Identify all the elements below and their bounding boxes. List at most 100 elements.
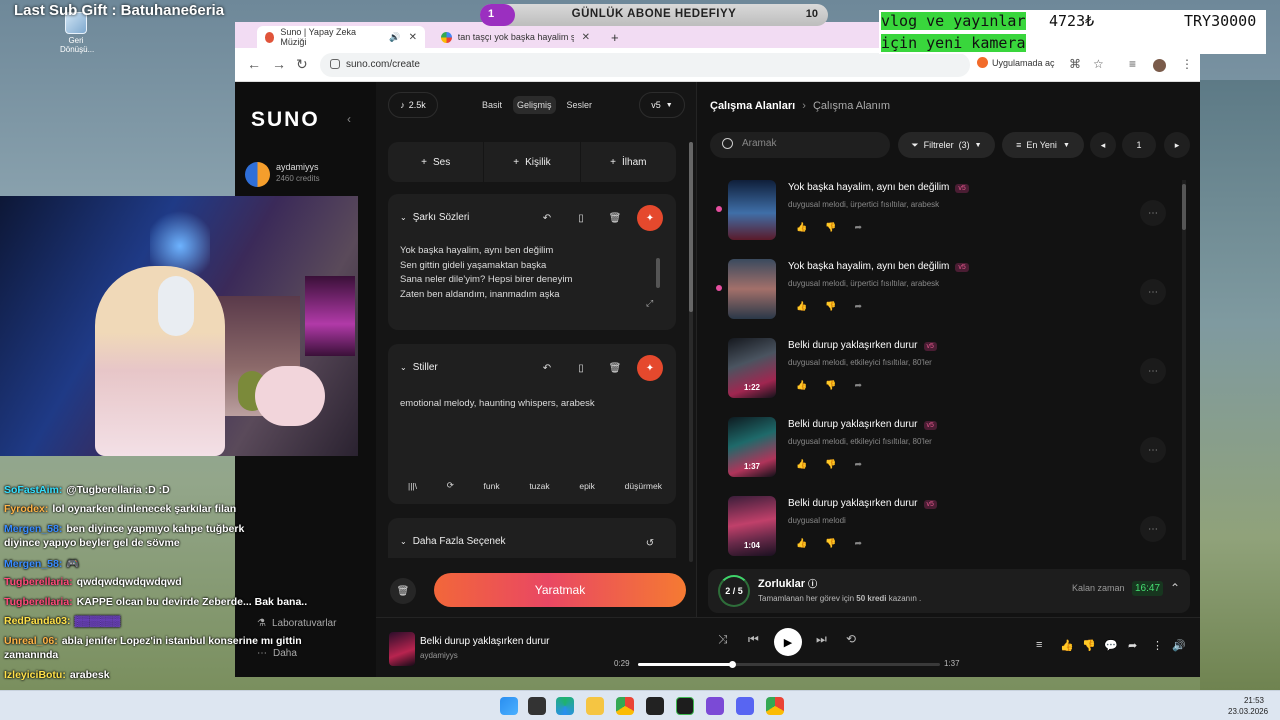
suno-logo[interactable]: SUNO xyxy=(251,108,320,132)
add-inspiration-button[interactable]: + İlham xyxy=(581,142,676,182)
song-more-button[interactable]: ⋯ xyxy=(1140,437,1166,463)
mode-simple[interactable]: Basit xyxy=(478,96,506,114)
discord-icon[interactable] xyxy=(736,697,754,715)
dislike-icon[interactable]: 👎 xyxy=(1082,639,1096,652)
progress-knob[interactable] xyxy=(728,661,736,668)
create-scrollbar[interactable] xyxy=(689,142,693,562)
scrollbar-thumb[interactable] xyxy=(1182,184,1186,230)
forward-icon[interactable]: → xyxy=(272,56,286,72)
like-icon[interactable]: 👍 xyxy=(796,222,807,233)
styles-input[interactable]: emotional melody, haunting whispers, ara… xyxy=(400,398,595,409)
song-more-button[interactable]: ⋯ xyxy=(1140,279,1166,305)
close-tab-icon[interactable]: ✕ xyxy=(409,32,417,43)
player-user[interactable]: aydamiyys xyxy=(420,651,458,660)
song-row[interactable]: 1:04 Belki durup yaklaşırken durur v5 duy… xyxy=(710,496,1170,566)
dislike-icon[interactable]: 👎 xyxy=(825,380,836,391)
add-persona-button[interactable]: + Kişilik xyxy=(484,142,581,182)
dislike-icon[interactable]: 👎 xyxy=(825,301,836,312)
profile-avatar[interactable] xyxy=(1153,59,1166,72)
version-dropdown[interactable]: v5 ▼ xyxy=(639,92,685,118)
site-info-icon[interactable] xyxy=(330,59,340,69)
note-count-button[interactable]: ♪ 2.5k xyxy=(388,92,438,118)
comment-icon[interactable]: 💬 xyxy=(1104,639,1118,652)
prev-page-button[interactable]: ◂ xyxy=(1090,132,1116,158)
style-tag[interactable]: epik xyxy=(571,475,603,497)
translate-icon[interactable]: ⌘ xyxy=(1069,57,1081,71)
create-button[interactable]: Yaratmak xyxy=(434,573,686,607)
song-more-button[interactable]: ⋯ xyxy=(1140,200,1166,226)
add-audio-button[interactable]: + Ses xyxy=(388,142,485,182)
info-icon[interactable]: ⓘ xyxy=(808,579,817,589)
like-icon[interactable]: 👍 xyxy=(796,380,807,391)
style-tag[interactable]: funk xyxy=(476,475,508,497)
song-row[interactable]: 1:22 Belki durup yaklaşırken durur v5 duy… xyxy=(710,338,1170,408)
edge-browser-icon[interactable] xyxy=(556,697,574,715)
more-options-card[interactable]: ⌄ Daha Fazla Seçenek ↺ xyxy=(388,518,676,558)
bookmark-star-icon[interactable]: ☆ xyxy=(1093,57,1104,71)
open-in-app-button[interactable]: Uygulamada aç xyxy=(977,57,1055,68)
dislike-icon[interactable]: 👎 xyxy=(825,459,836,470)
magic-wand-icon[interactable]: ✦ xyxy=(637,205,663,231)
sidebar-item-more[interactable]: ⋯ Daha xyxy=(257,648,297,659)
song-row[interactable]: 1:37 Belki durup yaklaşırken durur v5 duy… xyxy=(710,417,1170,487)
file-explorer-icon[interactable] xyxy=(586,697,604,715)
song-row[interactable]: Yok başka hayalim, aynı ben değilim v5 du… xyxy=(710,180,1170,250)
back-icon[interactable]: ← xyxy=(247,56,261,72)
search-input[interactable]: Aramak xyxy=(710,132,890,158)
reset-icon[interactable]: ↺ xyxy=(637,530,663,556)
media-control-icon[interactable]: ≡ xyxy=(1129,57,1136,71)
mode-advanced[interactable]: Gelişmiş xyxy=(512,96,556,114)
system-clock[interactable]: 21:53 23.03.2026 xyxy=(1228,695,1268,717)
songs-scrollbar[interactable] xyxy=(1182,180,1186,560)
song-title[interactable]: Belki durup yaklaşırken durur v5 xyxy=(788,498,937,509)
style-tag[interactable]: düşürmek xyxy=(617,475,670,497)
shuffle-icon[interactable]: ⤨ xyxy=(718,632,728,647)
filters-button[interactable]: ⏷ Filtreler (3) ▼ xyxy=(898,132,995,158)
bookmark-icon[interactable]: ▯ xyxy=(568,205,594,231)
dislike-icon[interactable]: 👎 xyxy=(825,538,836,549)
share-icon[interactable]: ➦ xyxy=(854,301,862,312)
shuffle-icon[interactable]: ⟳ xyxy=(439,474,462,497)
magic-wand-icon[interactable]: ✦ xyxy=(637,355,663,381)
song-title[interactable]: Yok başka hayalim, aynı ben değilim v5 xyxy=(788,182,969,193)
scrollbar-thumb[interactable] xyxy=(689,142,693,312)
clear-button[interactable]: 🗑 xyxy=(390,578,416,604)
queue-icon[interactable]: ≡ xyxy=(1036,639,1042,651)
style-tag[interactable]: tuzak xyxy=(521,475,557,497)
share-icon[interactable]: ➦ xyxy=(854,380,862,391)
task-view-icon[interactable] xyxy=(528,697,546,715)
volume-icon[interactable]: 🔊 xyxy=(1172,639,1186,652)
sort-button[interactable]: ≡ En Yeni ▼ xyxy=(1002,132,1084,158)
next-page-button[interactable]: ▸ xyxy=(1164,132,1190,158)
page-number[interactable]: 1 xyxy=(1122,132,1156,158)
url-bar[interactable]: suno.com/create xyxy=(320,53,970,77)
start-windows-icon[interactable] xyxy=(500,697,518,715)
chrome-icon-2[interactable] xyxy=(766,697,784,715)
song-thumbnail[interactable] xyxy=(728,259,776,319)
app-icon[interactable] xyxy=(676,697,694,715)
reload-icon[interactable]: ↻ xyxy=(296,56,308,73)
obs-icon[interactable] xyxy=(646,697,664,715)
share-icon[interactable]: ➦ xyxy=(854,538,862,549)
close-tab-icon[interactable]: ✕ xyxy=(582,32,590,43)
song-more-button[interactable]: ⋯ xyxy=(1140,516,1166,542)
share-icon[interactable]: ➦ xyxy=(854,222,862,233)
tab-suno[interactable]: Suno | Yapay Zeka Müziği 🔊 ✕ xyxy=(257,26,425,48)
trash-icon[interactable]: 🗑 xyxy=(602,205,628,231)
like-icon[interactable]: 👍 xyxy=(1060,639,1074,652)
like-icon[interactable]: 👍 xyxy=(796,538,807,549)
chevron-up-icon[interactable]: ⌃ xyxy=(1170,581,1180,595)
share-icon[interactable]: ➦ xyxy=(854,459,862,470)
like-icon[interactable]: 👍 xyxy=(796,459,807,470)
progress-bar[interactable] xyxy=(638,661,940,668)
sidebar-item-labs[interactable]: ⚗ Laboratuvarlar xyxy=(257,618,336,629)
play-button[interactable]: ▶ xyxy=(774,628,802,656)
undo-icon[interactable]: ↶ xyxy=(534,205,560,231)
next-icon[interactable]: ⏭ xyxy=(816,632,827,647)
menu-kebab-icon[interactable]: ⋮ xyxy=(1181,57,1193,71)
expand-icon[interactable]: ⤢ xyxy=(646,298,653,309)
undo-icon[interactable]: ↶ xyxy=(534,355,560,381)
lyrics-textarea[interactable]: Yok başka hayalim, aynı ben değilim Sen … xyxy=(400,244,572,302)
trash-icon[interactable]: 🗑 xyxy=(602,355,628,381)
new-tab-button[interactable]: + xyxy=(603,26,627,48)
